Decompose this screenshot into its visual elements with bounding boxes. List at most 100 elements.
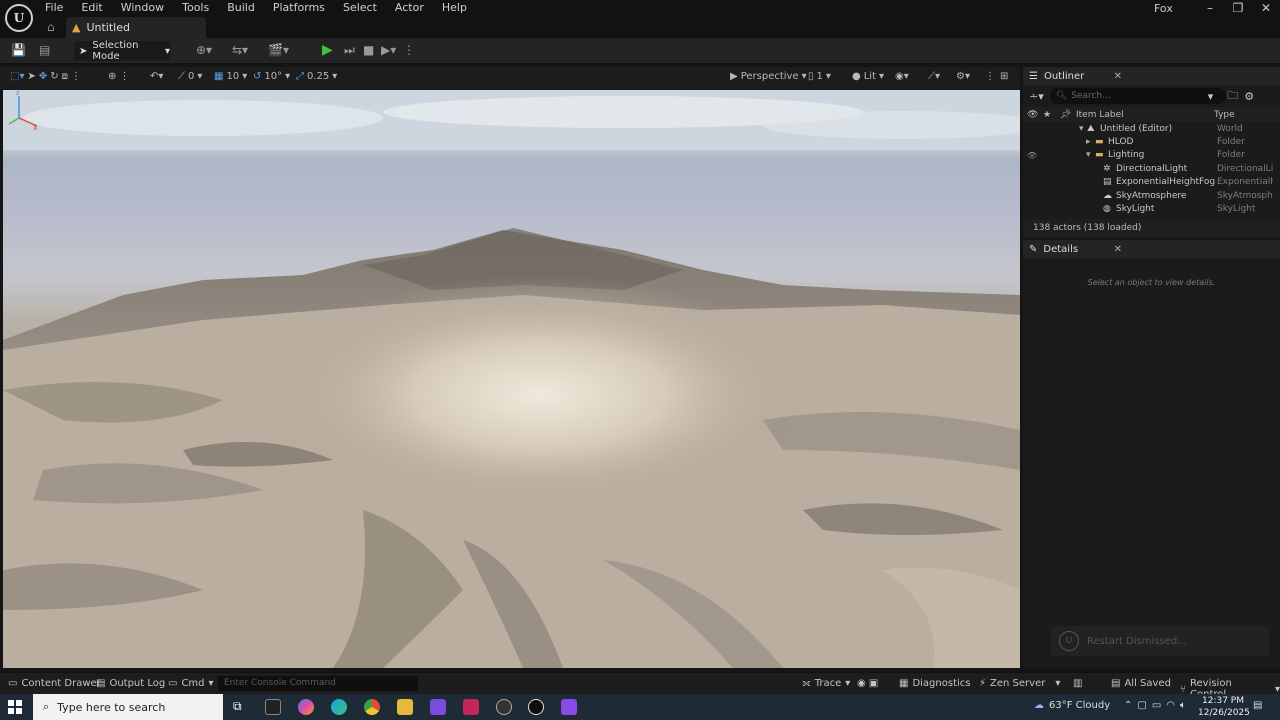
performance-icon[interactable]: ⟋▾ bbox=[928, 71, 940, 82]
menu-file[interactable]: File bbox=[36, 0, 72, 16]
rotate-icon[interactable]: ↻ bbox=[50, 71, 58, 82]
settings-icon[interactable]: ⚙▾ bbox=[956, 71, 970, 82]
item-label-column[interactable]: Item Label bbox=[1076, 110, 1124, 120]
outliner-row[interactable]: ▤ ExponentialHeightFog ExponentialHe bbox=[1023, 176, 1280, 189]
menu-build[interactable]: Build bbox=[218, 0, 264, 16]
selection-mode-button[interactable]: ➤ Selection Mode ▾ bbox=[74, 40, 170, 62]
zen-icon: ⚡ bbox=[979, 678, 987, 689]
taskbar-clock[interactable]: 12:37 PM 12/26/2025 bbox=[1198, 695, 1250, 719]
chevron-up-icon[interactable]: ⌃ bbox=[1124, 700, 1132, 711]
menu-edit[interactable]: Edit bbox=[72, 0, 111, 16]
home-icon[interactable]: ⌂ bbox=[47, 20, 55, 34]
settings-icon[interactable]: ⚙ bbox=[1244, 90, 1254, 103]
close-icon[interactable]: ✕ bbox=[1114, 71, 1122, 82]
camera-layout-button[interactable]: ▯ 1 ▾ bbox=[808, 71, 831, 82]
copilot-app-icon[interactable] bbox=[298, 699, 314, 715]
save-icon[interactable]: 💾 bbox=[11, 43, 26, 57]
maximize-icon[interactable]: ❐ bbox=[1224, 0, 1252, 16]
menu-select[interactable]: Select bbox=[334, 0, 386, 16]
arrow-icon[interactable]: ➤ bbox=[27, 71, 35, 82]
visual-studio-app-icon[interactable] bbox=[561, 699, 577, 715]
visual-studio-icon[interactable] bbox=[430, 699, 446, 715]
grid-snap[interactable]: ▦ 10 ▾ bbox=[214, 71, 247, 82]
content-browser-icon[interactable]: ▤ bbox=[39, 43, 50, 57]
outliner-row[interactable]: ☁ SkyAtmosphere SkyAtmosphe bbox=[1023, 189, 1280, 202]
filter-icon[interactable]: ⩪▾ bbox=[1029, 90, 1044, 103]
add-actor-icon[interactable]: ⊕▾ bbox=[196, 43, 212, 57]
rider-app-icon[interactable] bbox=[463, 699, 479, 715]
zen-server-button[interactable]: ⚡ Zen Server ▾ bbox=[979, 678, 1060, 689]
record-icon[interactable]: ◉ ▣ bbox=[857, 678, 878, 689]
play-button-icon[interactable]: ▶ bbox=[322, 42, 333, 58]
maximize-viewport-icon[interactable]: ⊞ bbox=[1000, 71, 1008, 82]
outliner-row[interactable]: ▾ ⛰ Untitled (Editor) World bbox=[1023, 122, 1280, 135]
content-drawer-button[interactable]: ▭ Content Drawer bbox=[8, 678, 101, 689]
select-icon[interactable]: ⬚▾ bbox=[10, 71, 24, 82]
launch-icon[interactable]: ▶▾ bbox=[381, 43, 396, 57]
output-log-button[interactable]: ▤ Output Log bbox=[96, 678, 165, 689]
surface-snap[interactable]: ↶▾ bbox=[150, 71, 163, 82]
edge-browser-icon[interactable] bbox=[331, 699, 347, 715]
move-icon[interactable]: ✥ bbox=[39, 71, 47, 82]
more-options-icon[interactable]: ⋮ bbox=[71, 71, 81, 82]
transform-tools[interactable]: ⬚▾ ➤ ✥ ↻ ⧈ ⋮ bbox=[10, 71, 81, 82]
menu-actor[interactable]: Actor bbox=[386, 0, 433, 16]
menu-tools[interactable]: Tools bbox=[173, 0, 218, 16]
rotation-snap-value: 0 bbox=[188, 71, 195, 82]
all-saved-button[interactable]: ▤ All Saved bbox=[1111, 678, 1171, 689]
actor-count: 138 actors (138 loaded) bbox=[1023, 219, 1280, 237]
visibility-icon[interactable]: 👁︎ bbox=[1027, 151, 1037, 160]
more-options-icon[interactable]: ⋮ bbox=[403, 43, 415, 57]
step-icon[interactable]: ⏭ bbox=[344, 43, 355, 58]
task-view-icon[interactable]: ⧉ bbox=[233, 699, 249, 715]
document-tab[interactable]: ▲ Untitled bbox=[66, 17, 206, 38]
stats-icon[interactable]: ▥ bbox=[1073, 678, 1082, 689]
stop-icon[interactable]: ■ bbox=[363, 43, 374, 57]
content-drawer-label: Content Drawer bbox=[21, 678, 101, 689]
trace-button[interactable]: ⟗ Trace ▾ bbox=[802, 678, 850, 689]
console-command-input[interactable]: Enter Console Command bbox=[218, 676, 418, 691]
unreal-engine-app-icon[interactable] bbox=[528, 699, 544, 715]
view-mode-button[interactable]: ▶ Perspective ▾ bbox=[730, 71, 807, 82]
menu-platforms[interactable]: Platforms bbox=[264, 0, 334, 16]
minimize-icon[interactable]: – bbox=[1196, 0, 1224, 16]
diagnostics-button[interactable]: ▦ Diagnostics bbox=[899, 678, 970, 689]
cinematics-icon[interactable]: 🎬▾ bbox=[268, 43, 289, 57]
terminal-app-icon[interactable] bbox=[265, 699, 281, 715]
unreal-logo-icon[interactable]: U bbox=[5, 4, 33, 32]
more-options-icon[interactable]: ⋮ bbox=[985, 71, 995, 82]
weather-widget[interactable]: ☁ 63°F Cloudy bbox=[1034, 700, 1110, 711]
outliner-row[interactable]: ▸ ▬ HLOD Folder bbox=[1023, 135, 1280, 148]
close-icon[interactable]: ✕ bbox=[1114, 244, 1122, 255]
menu-help[interactable]: Help bbox=[433, 0, 476, 16]
wifi-icon[interactable]: ◠ bbox=[1166, 700, 1175, 711]
notifications-icon[interactable]: ▤ bbox=[1253, 700, 1262, 711]
close-icon[interactable]: ✕ bbox=[1252, 0, 1280, 16]
outliner-row[interactable]: 👁︎ ▾ ▬ Lighting Folder bbox=[1023, 149, 1280, 162]
outliner-search-input[interactable]: 🔍︎ Search... bbox=[1049, 88, 1226, 104]
show-flags-icon[interactable]: ◉▾ bbox=[895, 71, 909, 82]
tray-app-icon[interactable]: ▢ bbox=[1137, 700, 1146, 711]
windows-start-icon[interactable] bbox=[8, 700, 22, 714]
chevron-down-icon[interactable]: ▾ bbox=[1208, 90, 1214, 103]
chrome-browser-icon[interactable] bbox=[364, 699, 380, 715]
file-explorer-icon[interactable] bbox=[397, 699, 413, 715]
type-column[interactable]: Type bbox=[1214, 110, 1235, 120]
level-viewport[interactable]: x z bbox=[3, 90, 1020, 668]
menu-window[interactable]: Window bbox=[112, 0, 173, 16]
add-folder-icon[interactable]: 🗀 bbox=[1227, 87, 1238, 106]
cmd-button[interactable]: ▭ Cmd ▾ bbox=[168, 678, 214, 689]
world-space-icon[interactable]: ⊕ ⋮ bbox=[108, 71, 130, 82]
outliner-row[interactable]: ◍ SkyLight SkyLight bbox=[1023, 202, 1280, 215]
taskbar-search-input[interactable]: ⌕ Type here to search bbox=[33, 694, 223, 720]
volume-icon[interactable]: 🔈︎ bbox=[1180, 700, 1186, 711]
obs-app-icon[interactable] bbox=[496, 699, 512, 715]
rotation-snap[interactable]: ⟋ 0 ▾ bbox=[178, 71, 202, 82]
angle-snap[interactable]: ↺ 10° ▾ bbox=[253, 71, 290, 82]
outliner-row[interactable]: ✲ DirectionalLight DirectionalLig bbox=[1023, 162, 1280, 175]
blueprint-icon[interactable]: ⇆▾ bbox=[232, 43, 248, 57]
scale-icon[interactable]: ⧈ bbox=[62, 71, 68, 82]
battery-icon[interactable]: ▭ bbox=[1152, 700, 1161, 711]
scale-snap[interactable]: ⤢ 0.25 ▾ bbox=[296, 71, 337, 82]
lighting-mode-button[interactable]: ● Lit ▾ bbox=[852, 71, 884, 82]
